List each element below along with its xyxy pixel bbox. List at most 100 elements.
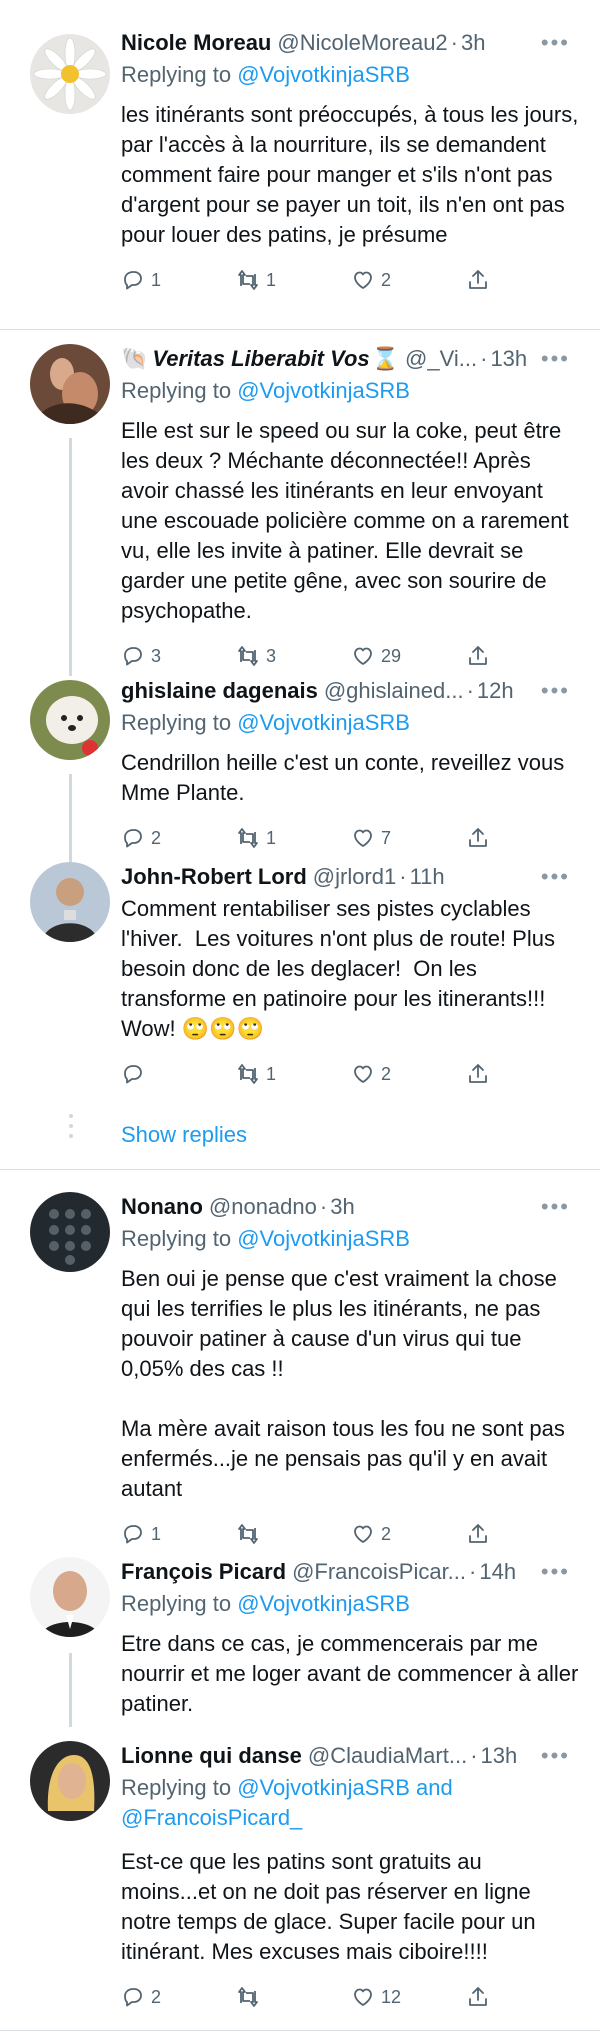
author-name[interactable]: ghislaine dagenais [121,676,318,706]
like-button[interactable]: 7 [351,826,466,850]
retweet-button[interactable] [236,1985,351,2009]
replying-prefix: Replying to [121,62,238,87]
replying-prefix: Replying to [121,710,238,735]
tweet[interactable]: ghislaine dagenais @ghislained... · 12h … [0,662,600,862]
share-button[interactable] [466,268,581,292]
avatar[interactable] [30,680,110,760]
retweet-icon [238,1987,258,2007]
avatar[interactable] [30,1557,110,1637]
more-horizontal-icon[interactable]: ••• [541,676,570,706]
more-horizontal-icon[interactable]: ••• [541,1192,570,1222]
tweet[interactable]: Lionne qui danse @ClaudiaMart... · 13h •… [0,1727,600,2031]
name-emoji: ⌛ [371,346,400,371]
timestamp[interactable]: 14h [479,1557,516,1587]
mention-link[interactable]: @VojvotkinjaSRB [237,710,410,735]
author-name[interactable]: Lionne qui danse [121,1741,302,1771]
author-handle[interactable]: @ClaudiaMart... [308,1741,467,1771]
reply-count: 2 [151,1986,162,2007]
separator-dot: · [450,30,458,55]
heart-icon [354,1065,372,1083]
mention-link[interactable]: @VojvotkinjaSRB [237,1775,410,1800]
tweet[interactable]: Nonano @nonadno · 3h ••• Replying to @Vo… [0,1170,600,1549]
separator-dot: · [319,1194,328,1219]
timestamp[interactable]: 11h [410,862,445,892]
mention-link[interactable]: @VojvotkinjaSRB [237,1591,410,1616]
timestamp[interactable]: 12h [477,676,514,706]
timestamp[interactable]: 3h [330,1192,354,1222]
author-handle[interactable]: @nonadno [209,1192,317,1222]
reply-feed: Nicole Moreau @NicoleMoreau2 · 3h ••• Re… [0,0,600,2031]
retweet-button[interactable]: 1 [236,826,351,850]
replying-prefix: Replying to [121,1775,238,1800]
timestamp[interactable]: 3h [461,28,485,58]
author-handle[interactable]: @jrlord1 [313,862,396,892]
author-name[interactable]: Nonano [121,1192,203,1222]
author-handle[interactable]: @_Vi... [405,344,477,374]
tweet[interactable]: John-Robert Lord @jrlord1 · 11h ••• Comm… [0,862,600,1100]
share-button[interactable] [466,1522,581,1546]
timestamp[interactable]: 13h [481,1741,518,1771]
mention-link[interactable]: @VojvotkinjaSRB [237,1226,410,1251]
mention-link[interactable]: @VojvotkinjaSRB [237,378,410,403]
more-horizontal-icon[interactable]: ••• [541,344,570,374]
author-name[interactable]: Veritas Liberabit Vos [152,344,369,374]
more-horizontal-icon[interactable]: ••• [541,862,570,892]
share-button[interactable] [466,826,581,850]
author-handle[interactable]: @NicoleMoreau2 [277,28,447,58]
replying-prefix: Replying to [121,1591,238,1616]
avatar[interactable] [30,344,110,424]
tweet-text: Comment rentabiliser ses pistes cyclable… [121,896,562,1041]
avatar[interactable] [30,1741,110,1821]
author-handle[interactable]: @FrancoisPicar... [292,1557,466,1587]
reply-button[interactable]: 2 [121,826,236,850]
retweet-button[interactable]: 1 [236,1062,351,1086]
like-button[interactable]: 2 [351,1522,466,1546]
author-name[interactable]: Nicole Moreau [121,28,271,58]
retweet-button[interactable] [236,1522,351,1546]
show-replies-link[interactable]: Show replies [121,1122,247,1148]
avatar[interactable] [30,862,110,942]
name-emoji: 🐚 [121,346,149,371]
mention-link[interactable]: @FrancoisPicard_ [121,1805,302,1830]
avatar[interactable] [30,34,110,114]
timestamp[interactable]: 13h [490,344,527,374]
more-horizontal-icon[interactable]: ••• [541,1741,570,1771]
tweet-actions: 2 12 [121,1981,582,2013]
reply-button[interactable]: 2 [121,1985,236,2009]
share-icon [469,270,487,289]
like-button[interactable]: 12 [351,1985,466,2009]
like-count: 2 [381,1523,392,1544]
tweet-text: Etre dans ce cas, je commencerais par me… [121,1631,585,1716]
author-name[interactable]: John-Robert Lord [121,862,307,892]
retweet-count: 1 [266,827,277,848]
show-replies-row[interactable]: Show replies [0,1100,600,1170]
thread-line [69,1653,72,1727]
thread-line [69,774,72,862]
author-handle[interactable]: @ghislained... [324,676,464,706]
retweet-button[interactable]: 1 [236,268,351,292]
mention-link[interactable]: @VojvotkinjaSRB [237,62,410,87]
separator-dot: · [470,1743,478,1768]
like-count: 7 [381,827,392,848]
separator-dot: · [399,864,407,889]
tweet-header: Nonano @nonadno · 3h ••• [121,1192,582,1222]
reply-button[interactable]: 1 [121,268,236,292]
more-horizontal-icon[interactable]: ••• [541,28,570,58]
replying-to: Replying to @VojvotkinjaSRB [121,60,582,90]
share-button[interactable] [466,1985,581,2009]
like-button[interactable]: 2 [351,1062,466,1086]
like-button[interactable]: 2 [351,268,466,292]
author-name[interactable]: François Picard [121,1557,286,1587]
avatar[interactable] [30,1192,110,1272]
tweet[interactable]: 🐚 Veritas Liberabit Vos ⌛ @_Vi... · 13h … [0,330,600,666]
share-button[interactable] [466,1062,581,1086]
reply-button[interactable]: 1 [121,1522,236,1546]
tweet[interactable]: Nicole Moreau @NicoleMoreau2 · 3h ••• Re… [0,0,600,330]
replying-to: Replying to @VojvotkinjaSRB [121,1224,582,1254]
tweet-actions: 2 1 7 [121,822,582,854]
tweet-header: John-Robert Lord @jrlord1 · 11h ••• [121,862,582,892]
more-horizontal-icon[interactable]: ••• [541,1557,570,1587]
reply-button[interactable] [121,1062,236,1086]
tweet[interactable]: François Picard @FrancoisPicar... · 14h … [0,1549,600,1727]
separator-dot: · [480,346,488,371]
